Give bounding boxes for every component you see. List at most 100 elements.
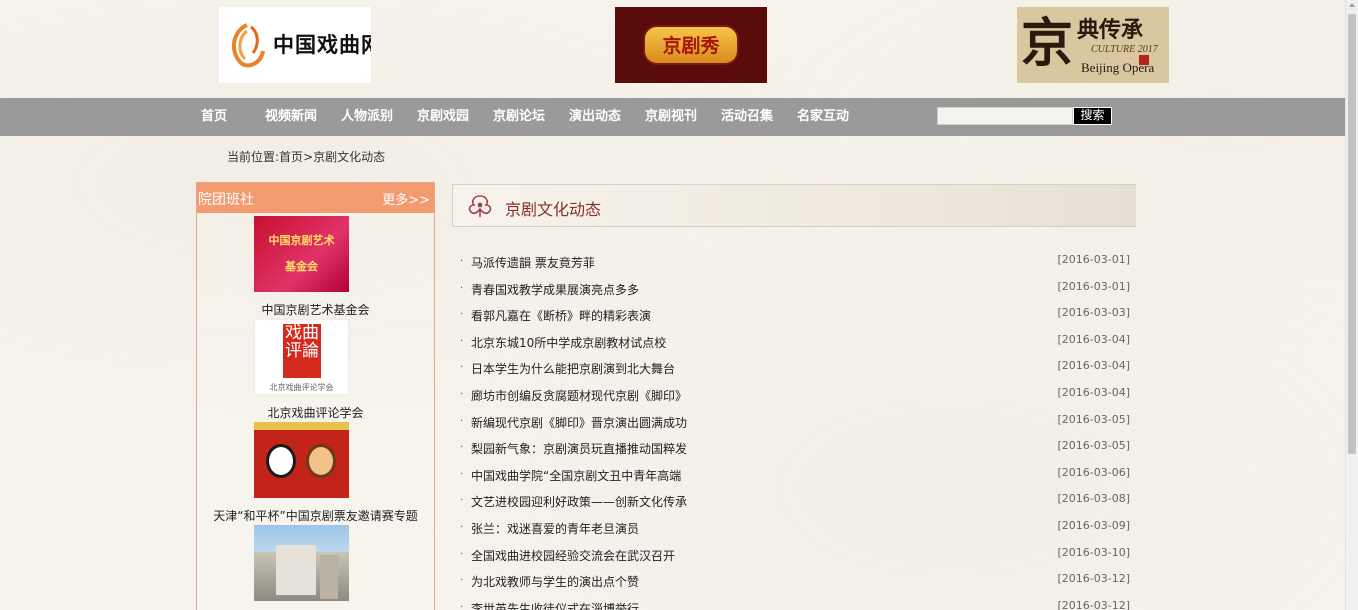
scroll-thumb[interactable] [1348, 14, 1356, 454]
news-list: · 马派传遗韻 票友竟芳菲 [2016-03-01] · 青春国戏教学成果展演亮点多多… [452, 248, 1136, 610]
scroll-up-arrow-icon[interactable] [1349, 3, 1355, 7]
org-image-tianjin-heping-cup[interactable] [254, 422, 349, 498]
news-title-link[interactable]: 全国戏曲进校园经验交流会在武汉召开 [471, 547, 675, 564]
logo-right-subtitle: CULTURE 2017 [1091, 44, 1158, 55]
news-title-link[interactable]: 中国戏曲学院“全国京剧文丑中青年高端 [471, 467, 681, 484]
list-item: · 青春国戏教学成果展演亮点多多 [2016-03-01] [452, 275, 1136, 302]
news-title-link[interactable]: 青春国戏教学成果展演亮点多多 [471, 281, 639, 298]
nav-item-people-schools[interactable]: 人物派别 [341, 98, 393, 136]
list-item: · 马派传遗韻 票友竟芳菲 [2016-03-01] [452, 248, 1136, 275]
bullet-icon: · [460, 309, 464, 321]
site-header: 中国戏曲网 京剧秀 京 典传承 CULTURE 2017 Beijing Ope… [0, 0, 1345, 98]
news-date: [2016-03-04] [1057, 359, 1130, 373]
news-date: [2016-03-03] [1057, 306, 1130, 320]
news-date: [2016-03-01] [1057, 279, 1130, 293]
nav-item-opera-magazine[interactable]: 京剧视刊 [645, 98, 697, 136]
news-date: [2016-03-05] [1057, 439, 1130, 453]
bullet-icon: · [460, 521, 464, 533]
nav-item-events[interactable]: 活动召集 [721, 98, 773, 136]
bullet-icon: · [460, 415, 464, 427]
org-image-building[interactable] [254, 525, 349, 601]
building-shape [276, 545, 316, 595]
list-item: · 李世英先生收徒仪式在淄博举行 [2016-03-12] [452, 594, 1136, 610]
breadcrumb-home-link[interactable]: 首页 [279, 150, 303, 164]
news-date: [2016-03-01] [1057, 253, 1130, 266]
news-date: [2016-03-05] [1057, 412, 1130, 426]
news-title-link[interactable]: 梨园新气象：京剧演员玩直播推动国粹发 [471, 440, 687, 457]
page-scrollbar[interactable] [1345, 0, 1358, 610]
breadcrumb: 当前位置:首页>京剧文化动态 [227, 148, 385, 165]
bullet-icon: · [460, 495, 464, 507]
seal-text-bottom: 评論 [285, 341, 319, 361]
news-title-link[interactable]: 张兰：戏迷喜爱的青年老旦演员 [471, 520, 639, 537]
ornament-icon [468, 195, 492, 217]
logo-center-text: 京剧秀 [662, 35, 720, 57]
nav-item-home[interactable]: 首页 [201, 98, 227, 136]
bullet-icon: · [460, 282, 464, 294]
nav-item-opera-forum[interactable]: 京剧论坛 [493, 98, 545, 136]
bullet-icon: · [460, 548, 464, 560]
news-date: [2016-03-06] [1057, 465, 1130, 479]
sidebar-header: 院团班社 更多>> [197, 183, 434, 213]
classic-heritage-logo[interactable]: 京 典传承 CULTURE 2017 Beijing Opera [1017, 7, 1169, 83]
main-nav: 首页 视频新闻 人物派别 京剧戏园 京剧论坛 演出动态 京剧视刊 活动召集 名家… [0, 98, 1345, 136]
news-date: [2016-03-08] [1057, 492, 1130, 506]
list-item: · 张兰：戏迷喜爱的青年老旦演员 [2016-03-09] [452, 514, 1136, 541]
news-title-link[interactable]: 北京东城10所中学成京剧教材试点校 [471, 334, 666, 351]
news-title-link[interactable]: 新编现代京剧《脚印》晋京演出圆满成功 [471, 414, 687, 431]
news-date: [2016-03-12] [1057, 598, 1130, 610]
org-label-critics-society[interactable]: 北京戏曲评论学会 [197, 404, 434, 421]
news-title-link[interactable]: 李世英先生收徒仪式在淄博举行 [471, 600, 639, 610]
org-label-tianjin-heping-cup[interactable]: 天津“和平杯”中国京剧票友邀请赛专题 [197, 507, 434, 524]
nav-item-video-news[interactable]: 视频新闻 [265, 98, 317, 136]
sidebar-title: 院团班社 [198, 192, 254, 208]
search-button[interactable]: 搜索 [1073, 107, 1112, 125]
bullet-icon: · [460, 468, 464, 480]
bullet-icon: · [460, 362, 464, 374]
list-item: · 中国戏曲学院“全国京剧文丑中青年高端 [2016-03-06] [452, 461, 1136, 488]
critics-seal: 戏曲 评論 [283, 324, 321, 378]
red-seal-icon [1139, 55, 1149, 65]
org-image-foundation[interactable]: 中国京剧艺术 基金会 [254, 216, 349, 292]
news-title-link[interactable]: 看郭凡嘉在《断桥》畔的精彩表演 [471, 307, 651, 324]
breadcrumb-separator: > [303, 150, 314, 164]
news-title-link[interactable]: 日本学生为什么能把京剧演到北大舞台 [471, 360, 675, 377]
nav-item-opera-theater[interactable]: 京剧戏园 [417, 98, 469, 136]
org-image-critics-society[interactable]: 戏曲 评論 北京戏曲评论学会 [254, 319, 349, 395]
news-title-link[interactable]: 为北戏教师与学生的演出点个赞 [471, 573, 639, 590]
news-title-link[interactable]: 廊坊市创编反贪腐题材现代京剧《脚印》 [471, 387, 687, 404]
logo-right-big-char: 京 [1021, 13, 1074, 74]
bullet-icon: · [460, 442, 464, 454]
org-image-text-line: 基金会 [285, 260, 318, 273]
bullet-icon: · [460, 388, 464, 400]
list-item: · 为北戏教师与学生的演出点个赞 [2016-03-12] [452, 567, 1136, 594]
search-input[interactable] [937, 107, 1073, 125]
list-item: · 新编现代京剧《脚印》晋京演出圆满成功 [2016-03-05] [452, 408, 1136, 435]
org-image-text-line: 中国京剧艺术 [268, 234, 335, 247]
nav-item-masters-interaction[interactable]: 名家互动 [797, 98, 849, 136]
sidebar-more-link[interactable]: 更多>> [382, 189, 430, 208]
swirl-logo-icon [231, 23, 265, 68]
breadcrumb-prefix: 当前位置: [227, 150, 280, 164]
china-opera-net-logo[interactable]: 中国戏曲网 [219, 7, 371, 83]
building-sign-shape [320, 555, 338, 599]
nav-item-performance-news[interactable]: 演出动态 [569, 98, 621, 136]
news-date: [2016-03-04] [1057, 385, 1130, 399]
gold-banner [254, 422, 349, 430]
org-label-foundation[interactable]: 中国京剧艺术基金会 [197, 301, 434, 318]
logo-right-text: 典传承 [1077, 17, 1144, 43]
news-title-link[interactable]: 文艺进校园迎利好政策——创新文化传承 [471, 493, 687, 510]
news-title-link[interactable]: 马派传遗韻 票友竟芳菲 [471, 254, 595, 271]
bullet-icon: · [460, 256, 464, 267]
section-header: 京剧文化动态 [452, 184, 1136, 227]
list-item: · 北京东城10所中学成京剧教材试点校 [2016-03-04] [452, 328, 1136, 355]
list-item: · 文艺进校园迎利好政策——创新文化传承 [2016-03-08] [452, 487, 1136, 514]
peking-opera-show-logo[interactable]: 京剧秀 [615, 7, 767, 83]
list-item: · 看郭凡嘉在《断桥》畔的精彩表演 [2016-03-03] [452, 301, 1136, 328]
news-date: [2016-03-04] [1057, 332, 1130, 346]
opera-mask-icon [266, 444, 296, 478]
opera-face-icon [306, 444, 336, 478]
bullet-icon: · [460, 601, 464, 610]
list-item: · 梨园新气象：京剧演员玩直播推动国粹发 [2016-03-05] [452, 434, 1136, 461]
critics-caption: 北京戏曲评论学会 [269, 383, 334, 392]
